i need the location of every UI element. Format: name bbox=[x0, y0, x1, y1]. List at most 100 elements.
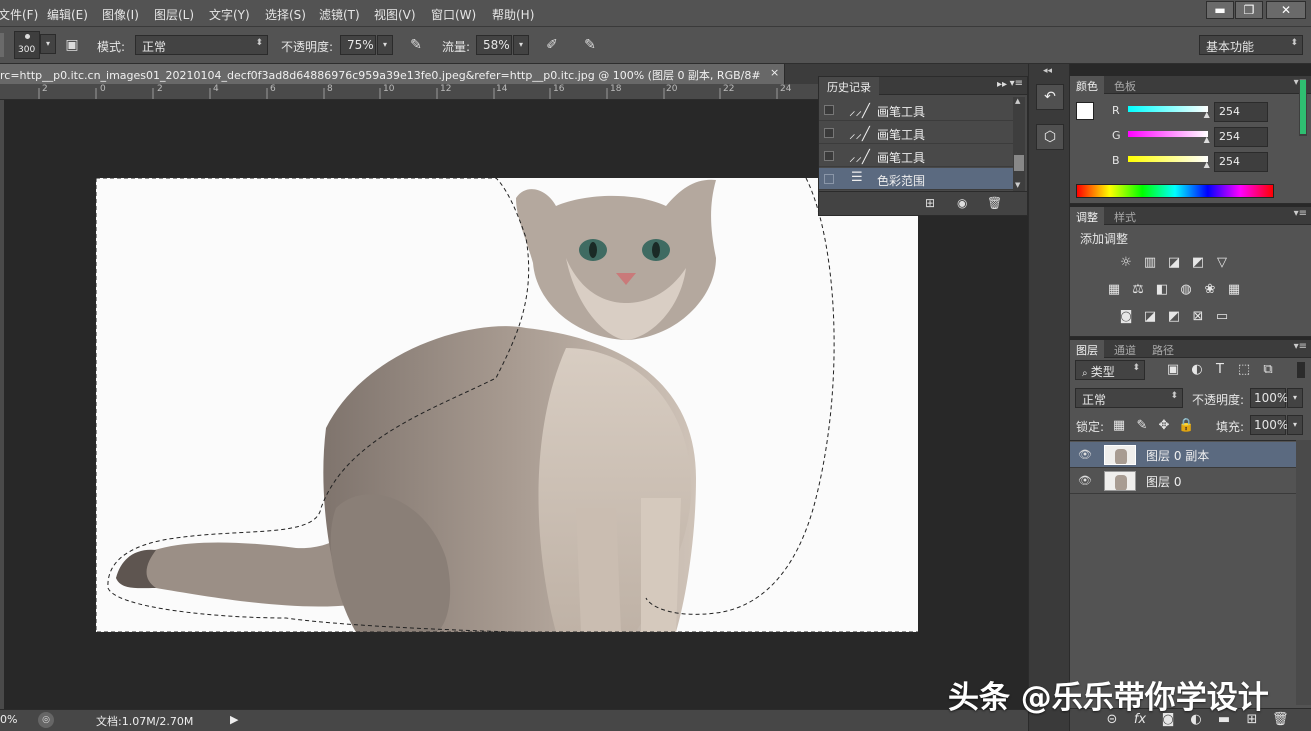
history-item[interactable]: ☰ 色彩范围 bbox=[819, 168, 1013, 190]
camera-icon[interactable]: ◉ bbox=[957, 196, 967, 210]
tab-channels[interactable]: 通道 bbox=[1108, 340, 1142, 358]
pressure-opacity-icon[interactable]: ✎ bbox=[405, 34, 427, 56]
smart-object-filter-icon[interactable]: ⧉ bbox=[1260, 362, 1276, 378]
menu-view[interactable]: 视图(V) bbox=[374, 6, 416, 23]
trash-icon[interactable]: 🗑 bbox=[987, 196, 1002, 210]
tab-adjustments[interactable]: 调整 bbox=[1070, 207, 1104, 225]
shape-filter-icon[interactable]: ⬚ bbox=[1236, 362, 1252, 378]
flow-input[interactable]: 58% bbox=[476, 35, 512, 55]
workspace-select[interactable]: 基本功能 ⬍ bbox=[1199, 35, 1303, 55]
filter-toggle[interactable] bbox=[1297, 362, 1305, 378]
green-slider-handle[interactable]: ▲ bbox=[1204, 135, 1210, 144]
history-checkbox[interactable] bbox=[824, 174, 834, 184]
threshold-icon[interactable]: ◩ bbox=[1166, 309, 1182, 325]
layer-row[interactable]: 👁 图层 0 bbox=[1070, 468, 1296, 494]
type-filter-icon[interactable]: T bbox=[1212, 362, 1228, 378]
panel-menu-icon[interactable]: ▾≡ bbox=[1294, 208, 1307, 219]
green-slider[interactable]: ▲ bbox=[1128, 131, 1210, 144]
color-panel-scrollbar[interactable] bbox=[1299, 80, 1307, 136]
brush-preset-dropdown[interactable]: ▾ bbox=[40, 34, 56, 54]
fill-dropdown[interactable]: ▾ bbox=[1287, 415, 1303, 435]
layer-row[interactable]: 👁 图层 0 副本 bbox=[1070, 442, 1296, 468]
collapse-dock-icon[interactable]: ◂◂ bbox=[1043, 66, 1052, 76]
gradient-map-icon[interactable]: ▭ bbox=[1214, 309, 1230, 325]
mode-select[interactable]: 正常 ⬍ bbox=[135, 35, 268, 55]
color-spectrum-bar[interactable] bbox=[1076, 184, 1274, 198]
tab-color[interactable]: 颜色 bbox=[1070, 76, 1104, 94]
document-tab[interactable]: rc=http__p0.itc.cn_images01_20210104_dec… bbox=[0, 64, 785, 84]
close-window-button[interactable]: ✕ bbox=[1266, 1, 1306, 19]
blue-slider-handle[interactable]: ▲ bbox=[1204, 160, 1210, 169]
foreground-color-swatch[interactable] bbox=[1076, 102, 1094, 120]
visibility-eye-icon[interactable]: 👁 bbox=[1078, 474, 1092, 487]
menu-layer[interactable]: 图层(L) bbox=[154, 6, 194, 23]
collapse-icon[interactable]: ▸▸ bbox=[997, 79, 1007, 90]
menu-help[interactable]: 帮助(H) bbox=[492, 6, 534, 23]
status-menu-arrow-icon[interactable]: ▶ bbox=[230, 713, 238, 726]
menu-image[interactable]: 图像(I) bbox=[102, 6, 139, 23]
invert-icon[interactable]: ◙ bbox=[1118, 309, 1134, 325]
close-document-button[interactable]: × bbox=[770, 66, 782, 79]
selective-color-icon[interactable]: ⊠ bbox=[1190, 309, 1206, 325]
status-globe-icon[interactable]: ◎ bbox=[38, 712, 54, 728]
cat-photo[interactable] bbox=[96, 178, 918, 632]
menu-filter[interactable]: 滤镜(T) bbox=[319, 6, 360, 23]
adjustment-filter-icon[interactable]: ◐ bbox=[1189, 362, 1205, 378]
menu-type[interactable]: 文字(Y) bbox=[209, 6, 250, 23]
brush-preset-picker[interactable]: 300 bbox=[14, 31, 40, 59]
black-white-icon[interactable]: ◧ bbox=[1154, 282, 1170, 298]
tab-styles[interactable]: 样式 bbox=[1108, 207, 1142, 225]
green-value-input[interactable]: 254 bbox=[1214, 127, 1268, 147]
restore-button[interactable]: ❐ bbox=[1235, 1, 1263, 19]
history-item[interactable]: ⸝⸝╱ 画笔工具 bbox=[819, 145, 1013, 167]
history-item[interactable]: ⸝⸝╱ 画笔工具 bbox=[819, 99, 1013, 121]
vibrance-icon[interactable]: ▽ bbox=[1214, 255, 1230, 271]
tab-paths[interactable]: 路径 bbox=[1146, 340, 1180, 358]
menu-window[interactable]: 窗口(W) bbox=[431, 6, 476, 23]
history-scrollbar[interactable]: ▲ ▼ bbox=[1013, 97, 1025, 191]
visibility-eye-icon[interactable]: 👁 bbox=[1078, 448, 1092, 461]
pixel-filter-icon[interactable]: ▣ bbox=[1165, 362, 1181, 378]
tool-preset-edge[interactable] bbox=[0, 33, 4, 57]
curves-icon[interactable]: ◪ bbox=[1166, 255, 1182, 271]
history-checkbox[interactable] bbox=[824, 151, 834, 161]
layers-scrollbar[interactable] bbox=[1296, 440, 1311, 705]
layer-opacity-input[interactable]: 100% bbox=[1250, 388, 1288, 408]
delete-layer-icon[interactable]: 🗑 bbox=[1272, 712, 1289, 728]
hue-saturation-icon[interactable]: ▦ bbox=[1106, 282, 1122, 298]
menu-edit[interactable]: 编辑(E) bbox=[47, 6, 88, 23]
menu-select[interactable]: 选择(S) bbox=[265, 6, 306, 23]
channel-mixer-icon[interactable]: ❀ bbox=[1202, 282, 1218, 298]
red-value-input[interactable]: 254 bbox=[1214, 102, 1268, 122]
history-tab[interactable]: 历史记录 bbox=[819, 77, 879, 95]
opacity-input[interactable]: 75% bbox=[340, 35, 376, 55]
layer-name[interactable]: 图层 0 副本 bbox=[1146, 447, 1209, 464]
pressure-size-icon[interactable]: ✎ bbox=[579, 34, 601, 56]
brightness-icon[interactable]: ☼ bbox=[1118, 255, 1134, 271]
layer-filter-select[interactable]: ⌕ 类型 ⬍ bbox=[1075, 360, 1145, 380]
panel-menu-icon[interactable]: ▾≡ bbox=[1294, 341, 1307, 352]
lock-all-icon[interactable]: 🔒 bbox=[1178, 418, 1194, 434]
lock-transparency-icon[interactable]: ▦ bbox=[1111, 418, 1127, 434]
history-checkbox[interactable] bbox=[824, 128, 834, 138]
history-dock-icon[interactable]: ↶ bbox=[1036, 84, 1064, 110]
zoom-level[interactable]: 0% bbox=[0, 713, 17, 726]
menu-file[interactable]: 文件(F) bbox=[0, 6, 38, 23]
posterize-icon[interactable]: ◪ bbox=[1142, 309, 1158, 325]
red-slider-handle[interactable]: ▲ bbox=[1204, 110, 1210, 119]
color-scroll-thumb[interactable] bbox=[1300, 80, 1306, 134]
levels-icon[interactable]: ▥ bbox=[1142, 255, 1158, 271]
exposure-icon[interactable]: ◩ bbox=[1190, 255, 1206, 271]
fill-input[interactable]: 100% bbox=[1250, 415, 1288, 435]
minimize-button[interactable]: ▬ bbox=[1206, 1, 1234, 19]
red-slider[interactable]: ▲ bbox=[1128, 106, 1210, 119]
blue-value-input[interactable]: 254 bbox=[1214, 152, 1268, 172]
lock-pixels-icon[interactable]: ✎ bbox=[1134, 418, 1150, 434]
tab-layers[interactable]: 图层 bbox=[1070, 340, 1104, 358]
blend-mode-select[interactable]: 正常 ⬍ bbox=[1075, 388, 1183, 408]
layer-opacity-dropdown[interactable]: ▾ bbox=[1287, 388, 1303, 408]
color-balance-icon[interactable]: ⚖ bbox=[1130, 282, 1146, 298]
tab-swatches[interactable]: 色板 bbox=[1108, 76, 1142, 94]
scroll-down-icon[interactable]: ▼ bbox=[1015, 181, 1020, 189]
scroll-up-icon[interactable]: ▲ bbox=[1015, 97, 1020, 105]
